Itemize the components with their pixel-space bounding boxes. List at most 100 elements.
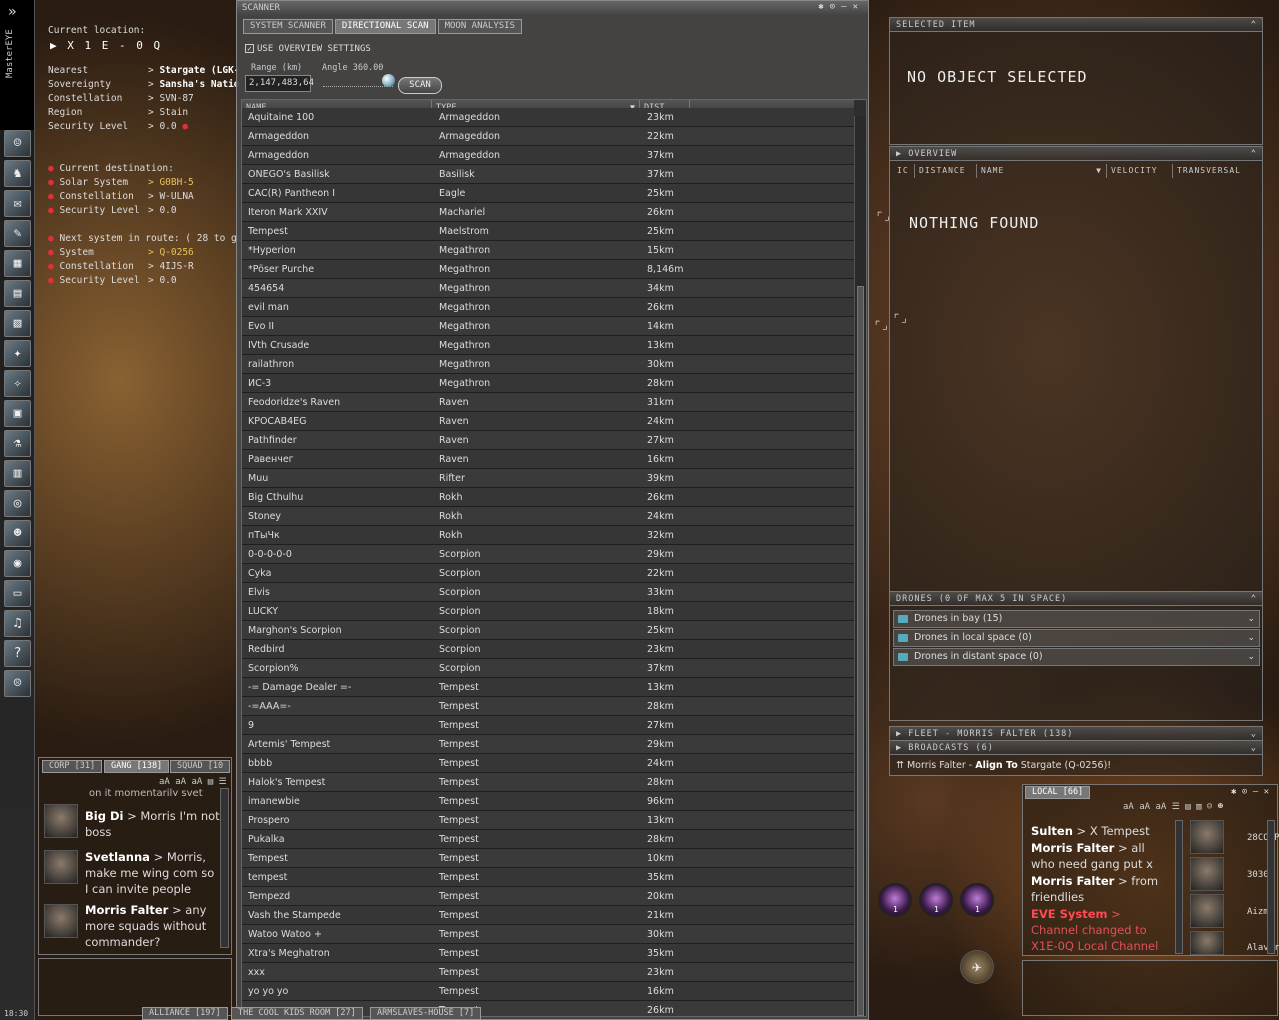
scan-result-row[interactable]: Elvis Scorpion 33km bbox=[242, 583, 854, 602]
expand-icon[interactable]: » bbox=[8, 4, 16, 20]
tab-armslaves-chat[interactable]: ARMSLAVES-HOUSE [7] bbox=[370, 1007, 482, 1020]
range-input[interactable]: 2,147,483,64 bbox=[245, 75, 314, 92]
broadcasts-title[interactable]: ▶ BROADCASTS (6) ⌄ bbox=[890, 741, 1262, 755]
scan-result-row[interactable]: LUCKY Scorpion 18km bbox=[242, 602, 854, 621]
current-system[interactable]: ▶ X 1 E - 0 Q bbox=[50, 39, 162, 52]
module-slot[interactable]: 1 bbox=[919, 883, 953, 917]
drones-in-bay[interactable]: Drones in bay (15) ⌄ bbox=[893, 610, 1260, 628]
scan-result-row[interactable]: Prospero Tempest 13km bbox=[242, 811, 854, 830]
scan-result-row[interactable]: KPOCAB4EG Raven 24km bbox=[242, 412, 854, 431]
tab-local[interactable]: LOCAL [66] bbox=[1025, 786, 1091, 799]
scan-result-row[interactable]: Muu Rifter 39km bbox=[242, 469, 854, 488]
scan-result-row[interactable]: -=AAA=- Tempest 28km bbox=[242, 697, 854, 716]
target-bracket-icon[interactable]: ⌜⌟ bbox=[876, 209, 890, 223]
portrait-icon[interactable]: ☹ bbox=[4, 670, 31, 697]
collapse-icon[interactable]: ⌃ bbox=[1251, 592, 1257, 606]
member-avatar[interactable] bbox=[1190, 857, 1224, 891]
scan-result-row[interactable]: Stoney Rokh 24km bbox=[242, 507, 854, 526]
window-controls[interactable]: ✱ ⊙ – ✕ bbox=[1231, 787, 1269, 797]
collapse-icon[interactable]: ⌃ bbox=[1251, 147, 1257, 161]
sovereignty-value[interactable]: > Sansha's Natio bbox=[148, 79, 240, 90]
scan-result-row[interactable]: Xtra's Meghatron Tempest 35km bbox=[242, 944, 854, 963]
overview-col-velocity[interactable]: VELOCITY bbox=[1107, 164, 1173, 178]
tab-gang[interactable]: GANG [138] bbox=[104, 760, 170, 773]
selected-item-title[interactable]: SELECTED ITEM ⌃ bbox=[890, 18, 1262, 32]
scan-result-row[interactable]: railathron Megathron 30km bbox=[242, 355, 854, 374]
scan-result-row[interactable]: Scorpion% Scorpion 37km bbox=[242, 659, 854, 678]
scan-result-row[interactable]: *Hyperion Megathron 15km bbox=[242, 241, 854, 260]
people-icon[interactable]: ☻ bbox=[4, 520, 31, 547]
tab-cool-kids-chat[interactable]: THE COOL KIDS ROOM [27] bbox=[231, 1007, 363, 1020]
results-scrollbar[interactable] bbox=[854, 116, 866, 1016]
scan-result-row[interactable]: Pukalka Tempest 28km bbox=[242, 830, 854, 849]
scan-result-row[interactable]: Feodoridze's Raven Raven 31km bbox=[242, 393, 854, 412]
scan-result-row[interactable]: Aquitaine 100 Armageddon 23km bbox=[242, 108, 854, 127]
member-avatar[interactable] bbox=[1190, 894, 1224, 928]
bookmarks-icon[interactable]: ▭ bbox=[4, 580, 31, 607]
audio-icon[interactable]: ♫ bbox=[4, 610, 31, 637]
scan-result-row[interactable]: Redbird Scorpion 23km bbox=[242, 640, 854, 659]
scan-result-row[interactable]: Tempezd Tempest 20km bbox=[242, 887, 854, 906]
scan-result-row[interactable]: Big Cthulhu Rokh 26km bbox=[242, 488, 854, 507]
angle-slider-knob[interactable] bbox=[382, 74, 395, 87]
help-lifebuoy-icon[interactable]: ◎ bbox=[4, 490, 31, 517]
drone-control-icon[interactable]: ✈ bbox=[960, 950, 994, 984]
chevron-down-icon[interactable]: ⌄ bbox=[1251, 727, 1257, 741]
member-name[interactable]: 3030 bbox=[1247, 870, 1269, 880]
scan-button[interactable]: SCAN bbox=[398, 77, 442, 94]
scan-result-row[interactable]: Armageddon Armageddon 22km bbox=[242, 127, 854, 146]
overview-col-name[interactable]: NAME ▼ bbox=[977, 164, 1107, 178]
tab-squad[interactable]: SQUAD [10 bbox=[170, 760, 231, 773]
scan-result-row[interactable]: evil man Megathron 26km bbox=[242, 298, 854, 317]
scan-result-row[interactable]: Tempest Maelstrom 25km bbox=[242, 222, 854, 241]
nearest-value[interactable]: > Stargate (LGK- bbox=[148, 65, 240, 76]
chevron-down-icon[interactable]: ⌄ bbox=[1247, 630, 1255, 646]
scan-result-row[interactable]: Tempest Tempest 10km bbox=[242, 849, 854, 868]
scan-result-row[interactable]: *Pöser Purche Megathron 8,146m bbox=[242, 260, 854, 279]
character-icon[interactable]: ☺ bbox=[4, 130, 31, 157]
tab-moon-analysis[interactable]: MOON ANALYSIS bbox=[437, 19, 523, 34]
tab-directional-scan[interactable]: DIRECTIONAL SCAN bbox=[334, 19, 436, 34]
module-slot[interactable]: 1 bbox=[960, 883, 994, 917]
scan-result-row[interactable]: Cyka Scorpion 22km bbox=[242, 564, 854, 583]
collapse-icon[interactable]: ⌃ bbox=[1251, 18, 1257, 32]
chat-scrollbar[interactable] bbox=[1175, 820, 1183, 954]
target-bracket-icon[interactable]: ⌜⌟ bbox=[893, 311, 907, 325]
assets-icon[interactable]: ▦ bbox=[4, 250, 31, 277]
browser-icon[interactable]: ◉ bbox=[4, 550, 31, 577]
scan-result-row[interactable]: Pathfinder Raven 27km bbox=[242, 431, 854, 450]
avatar[interactable] bbox=[44, 904, 78, 938]
avatar[interactable] bbox=[44, 804, 78, 838]
scan-result-row[interactable]: IVth Crusade Megathron 13km bbox=[242, 336, 854, 355]
scan-result-row[interactable]: imanewbie Tempest 96km bbox=[242, 792, 854, 811]
market-icon[interactable]: ▤ bbox=[4, 280, 31, 307]
corporation-icon[interactable]: ✧ bbox=[4, 370, 31, 397]
local-chat-input[interactable] bbox=[1022, 960, 1278, 1016]
scan-result-row[interactable]: 454654 Megathron 34km bbox=[242, 279, 854, 298]
scan-result-row[interactable]: CAC(R) Pantheon I Eagle 25km bbox=[242, 184, 854, 203]
use-overview-settings[interactable]: ✓ USE OVERVIEW SETTINGS bbox=[245, 44, 371, 54]
chevron-down-icon[interactable]: ⌄ bbox=[1251, 741, 1257, 755]
scan-result-row[interactable]: пТыЧк Rokh 32km bbox=[242, 526, 854, 545]
journal-icon[interactable]: ▧ bbox=[4, 310, 31, 337]
scan-result-row[interactable]: Marghon's Scorpion Scorpion 25km bbox=[242, 621, 854, 640]
constellation-value[interactable]: > SVN-87 bbox=[148, 93, 194, 104]
scan-result-row[interactable]: bbbb Tempest 24km bbox=[242, 754, 854, 773]
scan-result-row[interactable]: 0-0-0-0-0 Scorpion 29km bbox=[242, 545, 854, 564]
next-const-value[interactable]: > 4IJS-R bbox=[148, 261, 194, 272]
dest-system-value[interactable]: > G0BH-5 bbox=[148, 177, 194, 188]
scan-result-row[interactable]: Halok's Tempest Tempest 28km bbox=[242, 773, 854, 792]
scanner-title[interactable]: SCANNER bbox=[237, 1, 868, 15]
scan-result-row[interactable]: Равенчег Raven 16km bbox=[242, 450, 854, 469]
scan-result-row[interactable]: Armageddon Armageddon 37km bbox=[242, 146, 854, 165]
scan-result-row[interactable]: Evo II Megathron 14km bbox=[242, 317, 854, 336]
overview-title[interactable]: ▶ OVERVIEW ⌃ bbox=[890, 147, 1262, 161]
fleet-title[interactable]: ▶ FLEET - MORRIS FALTER (138) ⌄ bbox=[890, 727, 1262, 741]
broadcast-message[interactable]: ⇈ Morris Falter - Align To Stargate (Q-0… bbox=[896, 760, 1111, 771]
drones-in-distant-space[interactable]: Drones in distant space (0) ⌄ bbox=[893, 648, 1260, 666]
tab-alliance-chat[interactable]: ALLIANCE [197] bbox=[142, 1007, 228, 1020]
scan-result-row[interactable]: Artemis' Tempest Tempest 29km bbox=[242, 735, 854, 754]
checkbox-checked-icon[interactable]: ✓ bbox=[245, 44, 254, 53]
member-avatar[interactable] bbox=[1190, 931, 1224, 955]
overview-col-icon[interactable]: IC bbox=[893, 164, 915, 178]
